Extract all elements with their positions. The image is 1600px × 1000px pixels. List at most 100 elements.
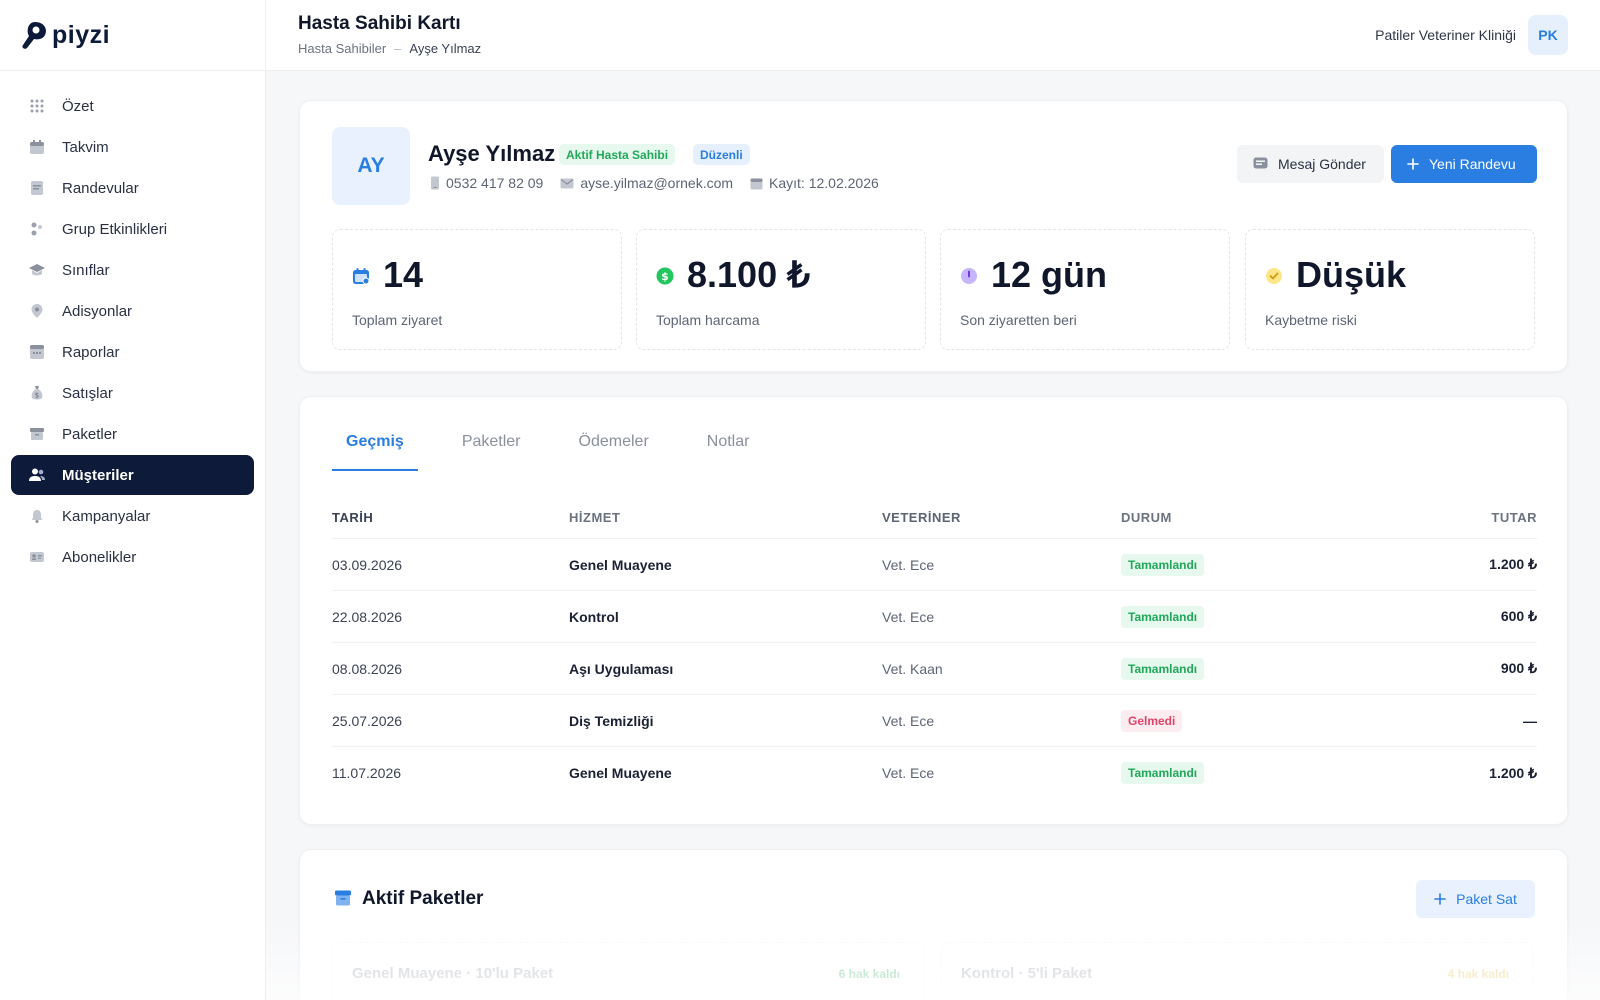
table-row[interactable]: 03.09.2026 Genel Muayene Vet. Ece Tamaml… [332,539,1537,591]
message-icon [1253,157,1268,169]
sell-package-button[interactable]: Paket Sat [1416,880,1535,918]
cell-amount: 900 ₺ [1500,660,1537,676]
cell-status: Tamamlandı [1121,605,1321,628]
status-badge-regular: Düzenli [693,144,750,165]
cell-date: 22.08.2026 [332,608,403,625]
svg-text:$: $ [35,392,39,400]
package-item[interactable]: Kontrol · 5'li Paket 4 hak kaldı [941,942,1534,1000]
calendar-icon [351,266,371,286]
cell-amount: — [1523,712,1537,729]
bell-icon [28,507,46,525]
tab-paketler[interactable]: Paketler [448,425,535,471]
owner-name: Ayşe Yılmaz [428,141,556,166]
sidebar-item-paketler[interactable]: Paketler [11,414,254,454]
logo-icon [22,22,46,49]
sidebar-item-ozet[interactable]: Özet [11,86,254,126]
dollar-icon: $ [655,266,675,286]
clinic-name: Patiler Veteriner Kliniği [1375,27,1516,43]
mail-icon [560,178,574,188]
cell-status: Tamamlandı [1121,762,1321,784]
report-icon [28,343,46,361]
sidebar-item-label: Müşteriler [62,466,134,484]
stat-total-visits: 14 Toplam ziyaret [332,229,622,350]
logo[interactable]: piyzi [0,0,265,71]
status-badge: Tamamlandı [1121,553,1205,576]
cell-service: Aşı Uygulaması [569,660,674,677]
table-row[interactable]: 11.07.2026 Genel Muayene Vet. Ece Tamaml… [332,747,1537,799]
user-avatar[interactable]: PK [1528,15,1568,55]
sidebar-item-siniflar[interactable]: Sınıflar [11,250,254,290]
section-title: Aktif Paketler [362,888,484,909]
cell-vet: Vet. Ece [882,765,935,781]
cell-amount: 1.200 ₺ [1489,556,1537,572]
stat-label: Son ziyaretten beri [960,312,1077,328]
table-row[interactable]: 08.08.2026 Aşı Uygulaması Vet. Kaan Tama… [332,643,1537,695]
phone-icon [431,176,439,190]
cell-date: 25.07.2026 [332,712,403,729]
table-row[interactable]: 25.07.2026 Diş Temizliği Vet. Ece Gelmed… [332,695,1537,747]
phone-number: 0532 417 82 09 [446,175,544,191]
cell-status: Tamamlandı [1121,657,1321,680]
cell-date: 11.07.2026 [332,765,402,781]
sidebar-item-randevular[interactable]: Randevular [11,168,254,208]
logo-text: piyzi [52,20,111,49]
tab-notlar[interactable]: Notlar [693,425,764,471]
sidebar-item-label: Takvim [62,138,109,156]
column-header-status[interactable]: DURUM [1121,510,1321,525]
sidebar-item-adisyonlar[interactable]: Adisyonlar [11,291,254,331]
cell-status: Tamamlandı [1121,553,1321,576]
new-appointment-button[interactable]: Yeni Randevu [1391,145,1537,183]
sidebar-item-label: Paketler [62,425,118,443]
registered-item: Kayıt: 12.02.2026 [750,175,879,191]
location-pin-icon [28,302,46,320]
tab-gecmis[interactable]: Geçmiş [332,425,418,471]
breadcrumb-link[interactable]: Hasta Sahibiler [298,41,386,56]
history-card: Geçmiş Paketler Ödemeler Notlar TARİH Hİ… [299,396,1568,825]
id-card-icon [28,548,46,566]
breadcrumb-separator: – [394,41,402,56]
stat-label: Kaybetme riski [1265,312,1357,328]
sidebar-item-raporlar[interactable]: Raporlar [11,332,254,372]
owner-profile-card: AY Ayşe Yılmaz Aktif Hasta Sahibi Düzenl… [299,100,1568,372]
cell-service: Genel Muayene [569,765,672,781]
stat-value: 12 gün [991,254,1108,295]
clock-icon [959,266,979,286]
package-name: Genel Muayene · 10'lu Paket [352,965,554,982]
cell-amount: 600 ₺ [1500,608,1537,624]
phone-item: 0532 417 82 09 [430,175,543,191]
owner-avatar: AY [332,127,410,205]
sidebar-item-musteriler[interactable]: Müşteriler [11,455,254,495]
stat-churn-risk: Düşük Kaybetme riski [1245,229,1535,350]
package-item[interactable]: Genel Muayene · 10'lu Paket 6 hak kaldı [332,942,925,1000]
sidebar-item-takvim[interactable]: Takvim [11,127,254,167]
sidebar-item-grup-etkinlikleri[interactable]: Grup Etkinlikleri [11,209,254,249]
sidebar-item-kampanyalar[interactable]: Kampanyalar [11,496,254,536]
column-header-date[interactable]: TARİH [332,510,569,525]
email-item: ayse.yilmaz@ornek.com [560,175,733,191]
sidebar-item-label: Randevular [62,179,139,197]
sidebar-item-label: Abonelikler [62,548,137,566]
send-message-button[interactable]: Mesaj Gönder [1237,145,1384,183]
sidebar-item-satislar[interactable]: $ Satışlar [11,373,254,413]
cell-service: Kontrol [569,608,619,625]
contact-info: 0532 417 82 09 ayse.yilmaz@ornek.com Kay… [430,175,896,191]
table-row[interactable]: 22.08.2026 Kontrol Vet. Ece Tamamlandı 6… [332,591,1537,643]
package-name: Kontrol · 5'li Paket [961,965,1093,982]
money-bag-icon: $ [28,384,46,402]
package-icon [28,425,46,443]
send-message-label: Mesaj Gönder [1278,156,1366,172]
breadcrumb-current: Ayşe Yılmaz [409,41,482,56]
cell-date: 03.09.2026 [332,556,403,573]
sidebar-item-label: Satışlar [62,384,113,402]
column-header-service[interactable]: HİZMET [569,510,882,525]
table-header: TARİH HİZMET VETERİNER DURUM TUTAR [332,497,1537,539]
sidebar-item-abonelikler[interactable]: Abonelikler [11,537,254,577]
column-header-vet[interactable]: VETERİNER [882,510,1121,525]
tab-odemeler[interactable]: Ödemeler [565,425,663,471]
column-header-amount[interactable]: TUTAR [1321,510,1537,525]
sidebar-item-label: Sınıflar [62,261,110,279]
cell-vet: Vet. Ece [882,712,935,729]
sidebar-item-label: Özet [62,97,94,115]
cell-date: 08.08.2026 [332,660,403,677]
cell-amount: 1.200 ₺ [1489,764,1537,781]
